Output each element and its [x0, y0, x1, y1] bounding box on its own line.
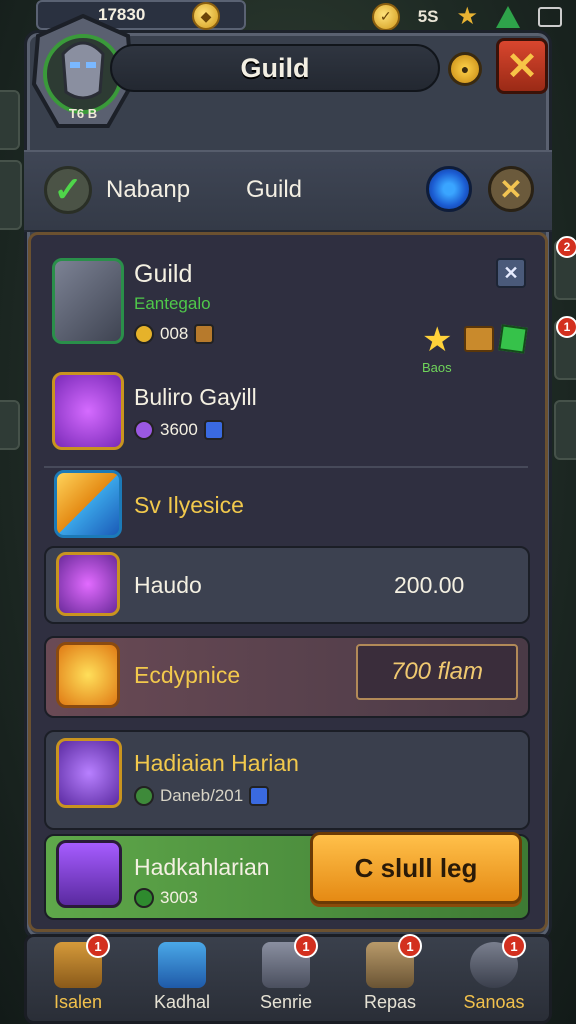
item-value: 008: [160, 324, 189, 343]
coin-icon: [134, 324, 154, 344]
map-tile: [0, 400, 20, 450]
chest-icon[interactable]: [56, 840, 122, 908]
star-icon[interactable]: ★: [456, 2, 478, 31]
item-name: Hadkahlarian: [134, 854, 270, 880]
coin-icon[interactable]: ✓: [371, 2, 400, 31]
subbar-label-left[interactable]: Nabanp: [106, 176, 190, 204]
notification-badge: 1: [398, 934, 422, 958]
amethyst-icon[interactable]: [56, 738, 122, 808]
green-circle-icon: [134, 786, 154, 806]
check-icon[interactable]: ✓: [44, 166, 92, 214]
nav-label: Repas: [363, 992, 417, 1012]
item-value-row: 3600: [134, 420, 224, 440]
item-value: 3600: [160, 420, 198, 439]
subbar-label-right[interactable]: Guild: [246, 176, 302, 204]
shield-icon: [249, 786, 270, 806]
remove-button[interactable]: ✕: [496, 258, 526, 288]
item-value-row: 3003: [134, 888, 198, 908]
item-subtitle: Eantegalo: [134, 294, 211, 313]
price-tag[interactable]: 700 flam: [356, 644, 518, 700]
top-right-label: 5S: [417, 6, 439, 26]
top-icons: ✓ 5S ★: [371, 2, 562, 31]
item-price: 200.00: [394, 572, 465, 598]
nav-item-shop[interactable]: 1 Sanoas: [442, 934, 546, 1024]
item-name: Hadiaian Harian: [134, 750, 299, 776]
cube-icon[interactable]: [54, 470, 122, 538]
chest-icon: [464, 326, 494, 352]
shield-icon: [203, 420, 224, 440]
nav-label: Kadhal: [153, 992, 211, 1012]
close-button[interactable]: ✕: [496, 38, 548, 94]
feather-crystal-icon[interactable]: [56, 552, 120, 616]
nav-item-quests[interactable]: 1 Repas: [338, 934, 442, 1024]
item-name: Ecdypnice: [134, 662, 241, 688]
menu-icon[interactable]: [538, 6, 562, 27]
item-subtitle: Daneb/201: [160, 786, 244, 805]
helmet-icon[interactable]: [52, 258, 124, 344]
green-gem-icon: [498, 324, 528, 354]
nav-item-home[interactable]: 1 Isalen: [26, 934, 130, 1024]
purple-gem-icon[interactable]: [52, 372, 124, 450]
item-name: Bulirо Gayill: [134, 384, 257, 410]
map-tile: [0, 90, 20, 150]
close-icon: ✕: [506, 45, 538, 88]
map-tile: [554, 400, 576, 460]
gem-icon: [134, 420, 154, 440]
side-badge: 1: [556, 316, 576, 338]
side-badge: 2: [556, 236, 576, 258]
item-name: Haudo: [134, 572, 202, 598]
item-subtitle-row: Daneb/201: [134, 786, 270, 806]
notification-badge: 1: [294, 934, 318, 958]
item-name: Guild: [134, 260, 193, 288]
portal-icon[interactable]: [426, 166, 472, 212]
fire-crystal-icon[interactable]: [56, 642, 120, 708]
item-value: 3003: [160, 888, 198, 907]
nav-label: Isalen: [53, 992, 103, 1012]
page-title: Guild: [240, 52, 310, 83]
crossed-swords-icon[interactable]: ✕: [488, 166, 534, 212]
map-tile: [0, 160, 22, 230]
emblem-text: T6 B: [69, 106, 97, 121]
nav-item-map[interactable]: Kadhal: [130, 940, 234, 1024]
notification-badge: 1: [86, 934, 110, 958]
item-value-row: 008: [134, 324, 215, 344]
nav-label: Senrie: [259, 992, 313, 1012]
help-button[interactable]: ●: [448, 52, 482, 86]
map-icon: [158, 942, 206, 988]
star-icon: ★: [422, 321, 453, 359]
nav-label: Sanoas: [463, 992, 525, 1012]
item-name: Sv Ilyesice: [134, 492, 244, 518]
badge-label: Baos: [422, 360, 452, 375]
panel-header: Guild: [110, 44, 440, 92]
resource-icon: ◆: [192, 2, 220, 30]
green-circle-icon: [134, 888, 154, 908]
divider: [44, 466, 528, 468]
nav-item-castle[interactable]: 1 Senrie: [234, 934, 338, 1024]
notification-badge: 1: [502, 934, 526, 958]
upgrade-arrow-icon[interactable]: [496, 5, 520, 28]
claim-button[interactable]: C slull leg: [310, 832, 522, 904]
chest-icon: [194, 324, 215, 344]
